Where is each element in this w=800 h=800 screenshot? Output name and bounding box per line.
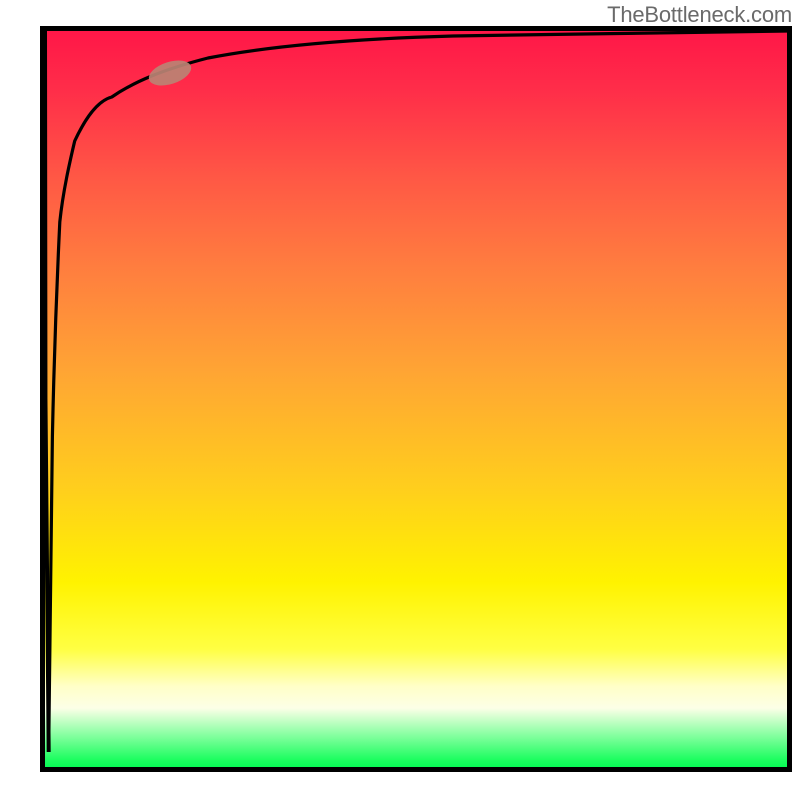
watermark-text: TheBottleneck.com	[607, 2, 792, 28]
curve-marker	[146, 56, 195, 91]
initial-drop-path	[45, 31, 49, 752]
curve-layer	[45, 31, 787, 767]
plot-area	[45, 31, 787, 767]
bottleneck-curve-path	[49, 31, 787, 752]
chart-canvas: TheBottleneck.com	[0, 0, 800, 800]
